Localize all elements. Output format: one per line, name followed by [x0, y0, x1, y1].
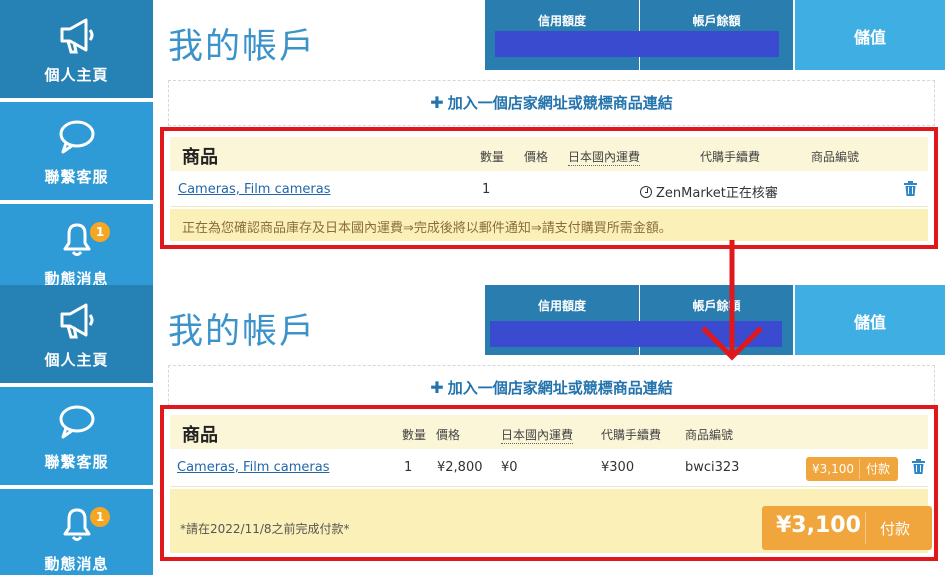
page-title: 我的帳戶 — [168, 312, 317, 352]
quantity-value: 1 — [482, 182, 491, 197]
sidebar-item-news[interactable]: 1 動態消息 — [0, 204, 153, 285]
cart-highlight-before: 商品 數量 價格 日本國內運費 代購手續費 商品編號 Cameras, Film… — [160, 127, 938, 249]
column-domestic-shipping: 日本國內運費 — [568, 150, 641, 166]
bell-icon — [63, 223, 90, 256]
grand-total: ¥3,100 — [776, 513, 861, 538]
domestic-shipping-value: ¥0 — [501, 460, 518, 475]
sidebar-item-label: 聯繫客服 — [44, 453, 109, 471]
column-product: 商品 — [182, 147, 218, 168]
column-price: 價格 — [524, 150, 549, 164]
sidebar-item-profile[interactable]: 個人主頁 — [0, 0, 153, 100]
sidebar-item-label: 個人主頁 — [44, 66, 109, 84]
page-title: 我的帳戶 — [168, 27, 317, 67]
row-total: ¥3,100 — [812, 462, 854, 476]
service-fee-value: ¥300 — [601, 460, 635, 475]
sidebar-item-label: 動態消息 — [44, 270, 109, 285]
add-store-link-label: 加入一個店家網址或競標商品連結 — [447, 379, 673, 397]
table-row: Cameras, Film cameras 1 ¥2,800 ¥0 ¥300 b… — [170, 451, 928, 487]
column-quantity: 數量 — [480, 150, 505, 164]
sidebar-item-news[interactable]: 1 動態消息 — [0, 489, 153, 575]
column-quantity: 數量 — [402, 428, 427, 442]
cart-highlight-after: 商品 數量 價格 日本國內運費 代購手續費 商品編號 Cameras, Film… — [160, 405, 938, 561]
after-panel: 個人主頁 聯繫客服 1 動態消息 我的帳戶 信用額度 帳戶餘額 儲值 ✚ 加入一個… — [0, 285, 945, 575]
column-item-code: 商品編號 — [811, 150, 860, 164]
row-pay-button[interactable]: ¥3,100 付款 — [806, 457, 898, 481]
item-code-value: bwci323 — [685, 460, 740, 475]
plus-icon: ✚ — [430, 378, 444, 397]
column-product: 商品 — [182, 425, 218, 446]
sidebar-item-label: 動態消息 — [44, 555, 109, 573]
topup-label: 儲值 — [853, 313, 886, 332]
column-domestic-shipping: 日本國內運費 — [501, 428, 574, 444]
notification-badge: 1 — [90, 222, 110, 242]
row-pay-label: 付款 — [866, 462, 891, 476]
sidebar-item-label: 個人主頁 — [44, 351, 109, 369]
column-service-fee: 代購手續費 — [700, 150, 761, 164]
chat-bubble-icon — [59, 405, 94, 439]
sidebar-item-contact[interactable]: 聯繫客服 — [0, 102, 153, 202]
price-value: ¥2,800 — [437, 460, 483, 475]
sidebar: 個人主頁 聯繫客服 1 動態消息 — [0, 285, 153, 575]
column-service-fee: 代購手續費 — [601, 428, 662, 442]
table-row: Cameras, Film cameras 1 ZenMarket正在核審 — [170, 173, 928, 207]
trash-icon[interactable] — [904, 181, 917, 196]
sidebar: 個人主頁 聯繫客服 1 動態消息 — [0, 0, 153, 285]
chat-bubble-icon — [59, 120, 94, 154]
sidebar-item-profile[interactable]: 個人主頁 — [0, 285, 153, 385]
before-panel: 個人主頁 聯繫客服 1 動態消息 我的帳戶 信用額度 帳戶餘額 儲值 ✚ 加入一個… — [0, 0, 945, 285]
topup-label: 儲值 — [853, 28, 886, 47]
account-balance-label: 帳戶餘額 — [692, 14, 741, 28]
processing-notice: 正在為您確認商品庫存及日本國內運費⇒完成後將以郵件通知⇒請支付購買所需金額。 — [170, 209, 928, 241]
plus-icon: ✚ — [430, 93, 444, 112]
pay-button[interactable]: ¥3,100 付款 — [762, 506, 932, 550]
redacted-values — [495, 31, 779, 57]
pay-label: 付款 — [880, 520, 911, 538]
topup-button[interactable]: 儲值 — [795, 0, 945, 70]
column-price: 價格 — [436, 428, 461, 442]
trash-icon[interactable] — [912, 459, 925, 474]
sidebar-item-contact[interactable]: 聯繫客服 — [0, 387, 153, 487]
clock-icon — [640, 186, 652, 198]
cart-header: 商品 數量 價格 日本國內運費 代購手續費 商品編號 — [170, 415, 928, 449]
column-item-code: 商品編號 — [685, 428, 734, 442]
payment-deadline: *請在2022/11/8之前完成付款* — [180, 522, 350, 536]
notification-badge: 1 — [90, 507, 110, 527]
review-status-text: ZenMarket正在核審 — [656, 186, 778, 201]
divider — [865, 512, 866, 544]
red-arrow-annotation — [701, 240, 763, 361]
divider — [859, 459, 860, 479]
product-link[interactable]: Cameras, Film cameras — [178, 182, 330, 197]
megaphone-icon — [60, 18, 93, 54]
cart-header: 商品 數量 價格 日本國內運費 代購手續費 商品編號 — [170, 137, 928, 171]
add-store-link-button[interactable]: ✚ 加入一個店家網址或競標商品連結 — [168, 80, 935, 126]
credit-limit-label: 信用額度 — [537, 14, 586, 28]
topup-button[interactable]: 儲值 — [795, 285, 945, 355]
product-link[interactable]: Cameras, Film cameras — [177, 460, 329, 475]
bell-icon — [63, 508, 90, 541]
payment-footer: *請在2022/11/8之前完成付款* ¥3,100 付款 — [170, 489, 932, 553]
review-status: ZenMarket正在核審 — [640, 182, 778, 201]
quantity-value: 1 — [404, 460, 413, 475]
sidebar-item-label: 聯繫客服 — [44, 168, 109, 186]
credit-limit-label: 信用額度 — [537, 299, 586, 313]
add-store-link-label: 加入一個店家網址或競標商品連結 — [447, 94, 673, 112]
megaphone-icon — [60, 303, 93, 339]
